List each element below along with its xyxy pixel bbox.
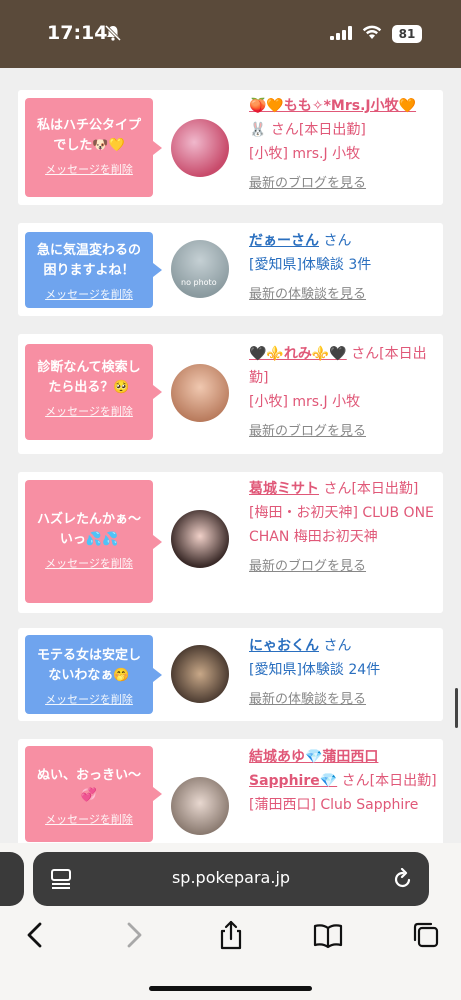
latest-link[interactable]: 最新のブログを見る: [249, 420, 437, 444]
user-detail: [愛知県]体験談 3件: [249, 257, 372, 273]
message-card: モテる女は安定し ないわなぁ🤭 メッセージを削除 にゃおくん さん [愛知県]体…: [18, 628, 443, 721]
share-icon[interactable]: [216, 920, 246, 950]
message-text: ハズレたんかぁ〜 いっ💦💦: [36, 512, 141, 547]
status-bar: 17:14 81: [0, 0, 461, 68]
user-suffix: さん: [323, 638, 352, 654]
user-name-link[interactable]: にゃおくん: [249, 638, 319, 654]
status-time: 17:14: [47, 22, 108, 44]
no-photo-label: no photo: [181, 278, 217, 287]
avatar[interactable]: [171, 119, 229, 177]
bell-slash-icon: [104, 24, 122, 42]
browser-toolbar: sp.pokepara.jp: [0, 843, 461, 1000]
latest-link[interactable]: 最新のブログを見る: [249, 172, 437, 196]
latest-link[interactable]: 最新の体験談を見る: [249, 688, 437, 712]
cellular-signal-icon: [330, 26, 352, 40]
user-detail: [愛知県]体験談 24件: [249, 662, 381, 678]
delete-message-link[interactable]: メッセージを削除: [25, 691, 153, 707]
delete-message-link[interactable]: メッセージを削除: [25, 286, 153, 302]
wifi-icon: [362, 25, 382, 39]
forward-icon[interactable]: [119, 920, 149, 950]
user-info: 🍑🧡もも✧*Mrs.J小牧🧡 🐰 さん[本日出勤] [小牧] mrs.J 小牧 …: [249, 94, 437, 196]
user-detail: [小牧] mrs.J 小牧: [249, 146, 361, 162]
user-info: 葛城ミサト さん[本日出勤] [梅田・お初天神] CLUB ONE CHAN 梅…: [249, 477, 437, 579]
latest-link[interactable]: 最新の体験談を見る: [249, 283, 437, 307]
delete-message-link[interactable]: メッセージを削除: [25, 403, 153, 419]
user-suffix: さん[本日出勤]: [270, 122, 366, 138]
user-detail: [梅田・お初天神] CLUB ONE CHAN 梅田お初天神: [249, 505, 434, 545]
user-suffix: さん: [323, 233, 352, 249]
message-bubble: ハズレたんかぁ〜 いっ💦💦 メッセージを削除: [25, 480, 162, 603]
avatar[interactable]: no photo: [171, 240, 229, 298]
message-card: 診断なんて検索し たら出る？🥺 メッセージを削除 🖤⚜️れみ⚜️🖤 さん[本日出…: [18, 334, 443, 454]
delete-message-link[interactable]: メッセージを削除: [25, 555, 153, 571]
message-text: 私はハチ公タイプ でした🐶💛: [36, 118, 141, 153]
delete-message-link[interactable]: メッセージを削除: [25, 811, 153, 827]
battery-indicator: 81: [392, 25, 422, 43]
scrollbar-thumb[interactable]: [455, 688, 458, 728]
url-text: sp.pokepara.jp: [171, 868, 291, 887]
message-bubble: 私はハチ公タイプ でした🐶💛 メッセージを削除: [25, 98, 162, 197]
user-detail: [蒲田西口] Club Sapphire: [249, 797, 419, 813]
user-name-line2: 🐰: [249, 122, 267, 138]
user-detail: [小牧] mrs.J 小牧: [249, 394, 361, 410]
user-info: 🖤⚜️れみ⚜️🖤 さん[本日出勤] [小牧] mrs.J 小牧 最新のブログを見…: [249, 342, 437, 444]
avatar[interactable]: [171, 645, 229, 703]
message-card: 急に気温変わるの 困りますよね！ メッセージを削除 no photo だぁーさん…: [18, 223, 443, 316]
avatar[interactable]: [171, 510, 229, 568]
address-bar[interactable]: sp.pokepara.jp: [33, 852, 429, 906]
message-bubble: 診断なんて検索し たら出る？🥺 メッセージを削除: [25, 344, 162, 440]
message-bubble: モテる女は安定し ないわなぁ🤭 メッセージを削除: [25, 635, 162, 714]
message-bubble: 急に気温変わるの 困りますよね！ メッセージを削除: [25, 232, 162, 308]
latest-link[interactable]: 最新のブログを見る: [249, 555, 437, 579]
tabs-icon[interactable]: [411, 920, 441, 950]
message-bubble: ぬい、おっきい〜 💞 メッセージを削除: [25, 746, 162, 842]
message-text: モテる女は安定し ないわなぁ🤭: [36, 648, 141, 683]
message-text: ぬい、おっきい〜 💞: [36, 768, 141, 803]
reload-icon[interactable]: [393, 868, 413, 890]
user-name-link[interactable]: 葛城ミサト: [249, 481, 319, 497]
message-card: ぬい、おっきい〜 💞 メッセージを削除 結城あゆ💎蒲田西口Sapphire💎 さ…: [18, 739, 443, 850]
delete-message-link[interactable]: メッセージを削除: [25, 161, 153, 177]
home-indicator: [149, 986, 312, 991]
user-name-link[interactable]: 🖤⚜️れみ⚜️🖤: [249, 346, 347, 362]
user-name-link[interactable]: だぁーさん: [249, 233, 319, 249]
user-info: だぁーさん さん [愛知県]体験談 3件 最新の体験談を見る: [249, 229, 437, 307]
user-suffix: さん[本日出勤]: [341, 773, 437, 789]
message-text: 急に気温変わるの 困りますよね！: [36, 243, 141, 278]
previous-tab-peek[interactable]: [0, 852, 24, 906]
user-info: 結城あゆ💎蒲田西口Sapphire💎 さん[本日出勤] [蒲田西口] Club …: [249, 745, 437, 817]
avatar[interactable]: [171, 777, 229, 835]
back-icon[interactable]: [20, 920, 50, 950]
avatar[interactable]: [171, 364, 229, 422]
user-suffix: さん[本日出勤]: [323, 481, 419, 497]
message-feed[interactable]: 私はハチ公タイプ でした🐶💛 メッセージを削除 🍑🧡もも✧*Mrs.J小牧🧡 🐰…: [0, 68, 461, 850]
message-card: ハズレたんかぁ〜 いっ💦💦 メッセージを削除 葛城ミサト さん[本日出勤] [梅…: [18, 472, 443, 613]
message-card: 私はハチ公タイプ でした🐶💛 メッセージを削除 🍑🧡もも✧*Mrs.J小牧🧡 🐰…: [18, 90, 443, 205]
message-text: 診断なんて検索し たら出る？🥺: [37, 360, 141, 395]
user-info: にゃおくん さん [愛知県]体験談 24件 最新の体験談を見る: [249, 634, 437, 712]
bookmarks-icon[interactable]: [313, 920, 343, 950]
user-name-link[interactable]: 🍑🧡もも✧*Mrs.J小牧🧡: [249, 98, 416, 114]
